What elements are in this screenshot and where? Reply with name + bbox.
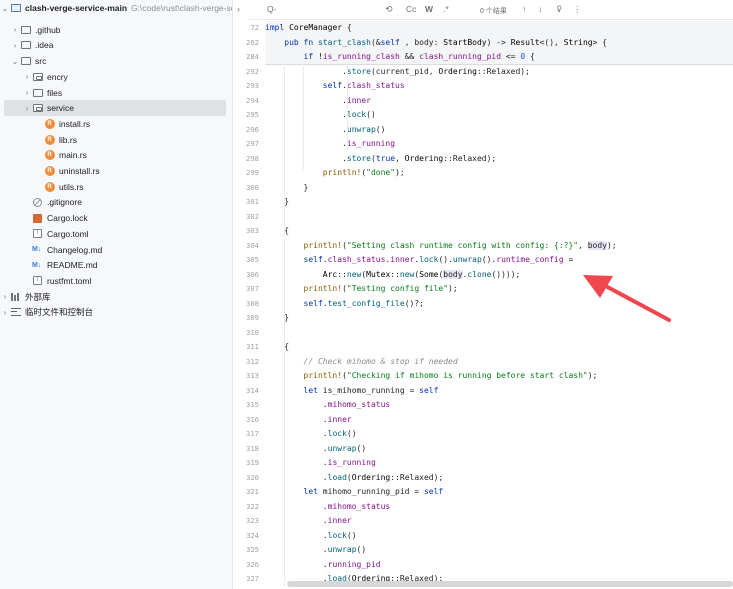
annotation-arrow — [583, 275, 671, 322]
annotation-arrow-shaft — [598, 281, 671, 322]
horizontal-scrollbar[interactable] — [287, 581, 733, 587]
